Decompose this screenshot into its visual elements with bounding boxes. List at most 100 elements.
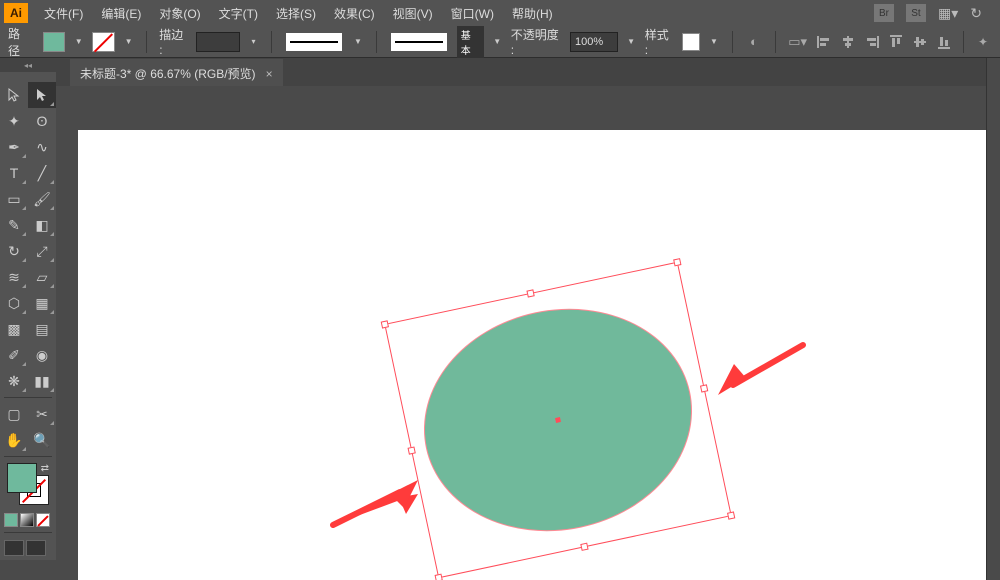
color-mode-row	[0, 511, 56, 529]
lasso-tool[interactable]: ʘ	[28, 108, 56, 134]
align-left-icon[interactable]	[815, 33, 833, 51]
align-icons-group: ✦	[815, 31, 992, 53]
align-hcenter-icon[interactable]	[839, 33, 857, 51]
stroke-swatch[interactable]	[92, 32, 115, 52]
align-right-icon[interactable]	[863, 33, 881, 51]
eraser-tool[interactable]: ◧	[28, 212, 56, 238]
divider	[376, 31, 377, 53]
panel-dock-collapsed[interactable]	[986, 58, 1000, 580]
canvas-area[interactable]	[56, 86, 986, 580]
blend-tool[interactable]: ◉	[28, 342, 56, 368]
handle-top-left[interactable]	[381, 320, 389, 328]
shape-builder-tool[interactable]: ⬡	[0, 290, 28, 316]
sync-settings-icon[interactable]: ↻	[970, 5, 982, 22]
shaper-tool[interactable]: ✎	[0, 212, 28, 238]
align-to-icon[interactable]: ▭▾	[788, 32, 807, 52]
curvature-tool[interactable]: ∿	[28, 134, 56, 160]
width-tool[interactable]: ≋	[0, 264, 28, 290]
bounding-box[interactable]	[384, 262, 732, 579]
handle-top-mid[interactable]	[526, 289, 534, 297]
variable-width-profile[interactable]	[391, 33, 447, 51]
handle-mid-left[interactable]	[408, 446, 416, 454]
handle-top-right[interactable]	[673, 258, 681, 266]
profile-label: 基本	[457, 26, 484, 58]
align-top-icon[interactable]	[887, 33, 905, 51]
menu-effect[interactable]: 效果(C)	[326, 2, 383, 25]
opacity-label: 不透明度 :	[511, 26, 562, 57]
align-bottom-icon[interactable]	[935, 33, 953, 51]
toolbox-collapse-icon[interactable]: ◂◂	[0, 58, 56, 72]
symbol-sprayer-tool[interactable]: ❋	[0, 368, 28, 394]
handle-bottom-left[interactable]	[435, 574, 443, 580]
paintbrush-tool[interactable]: 🖌	[28, 186, 56, 212]
selection-type-label: 路径	[8, 25, 31, 59]
opacity-input[interactable]: 100%	[570, 32, 617, 52]
fill-dropdown-icon[interactable]: ▼	[73, 32, 84, 52]
menu-view[interactable]: 视图(V)	[385, 2, 441, 25]
screen-mode-icon[interactable]	[26, 540, 46, 556]
stroke-weight-stepper-icon[interactable]: ▾	[248, 32, 259, 52]
tab-close-icon[interactable]: ×	[266, 67, 273, 81]
brush-dropdown-icon[interactable]: ▼	[352, 32, 363, 52]
fill-stroke-control[interactable]: ⇄	[7, 463, 49, 505]
hand-tool[interactable]: ✋	[0, 427, 28, 453]
artboard[interactable]	[78, 130, 986, 580]
rectangle-tool[interactable]: ▭	[0, 186, 28, 212]
stroke-dropdown-icon[interactable]: ▼	[123, 32, 134, 52]
free-transform-tool[interactable]: ▱	[28, 264, 56, 290]
menu-select[interactable]: 选择(S)	[268, 2, 324, 25]
menu-edit[interactable]: 编辑(E)	[93, 2, 149, 25]
rotate-tool[interactable]: ↻	[0, 238, 28, 264]
annotation-arrow-left-icon	[328, 480, 418, 530]
handle-bottom-right[interactable]	[727, 511, 735, 519]
stock-icon[interactable]: St	[906, 4, 926, 22]
drawing-mode-icon[interactable]	[4, 540, 24, 556]
pen-tool[interactable]: ✒	[0, 134, 28, 160]
direct-selection-tool[interactable]	[28, 82, 56, 108]
opacity-dropdown-icon[interactable]: ▼	[626, 32, 637, 52]
swap-fill-stroke-icon[interactable]: ⇄	[41, 463, 49, 474]
artboard-tool[interactable]: ▢	[0, 401, 28, 427]
transform-panel-icon[interactable]: ✦	[974, 33, 992, 51]
divider	[963, 31, 964, 53]
profile-dropdown-icon[interactable]: ▼	[492, 32, 503, 52]
bridge-icon[interactable]: Br	[874, 4, 894, 22]
selection-tool[interactable]	[0, 82, 28, 108]
screen-mode-row	[0, 536, 56, 560]
brush-definition[interactable]	[286, 33, 342, 51]
menu-help[interactable]: 帮助(H)	[504, 2, 561, 25]
color-mode-none-icon[interactable]	[36, 513, 50, 527]
color-mode-gradient-icon[interactable]	[20, 513, 34, 527]
stroke-weight-input[interactable]	[196, 32, 240, 52]
mesh-tool[interactable]: ▩	[0, 316, 28, 342]
column-graph-tool[interactable]: ▮▮	[28, 368, 56, 394]
style-dropdown-icon[interactable]: ▼	[708, 32, 719, 52]
fill-color-icon[interactable]	[7, 463, 37, 493]
arrange-documents-icon[interactable]: ▦▾	[938, 5, 958, 22]
perspective-grid-tool[interactable]: ▦	[28, 290, 56, 316]
zoom-tool[interactable]: 🔍	[28, 427, 56, 453]
menu-object[interactable]: 对象(O)	[151, 2, 208, 25]
handle-bottom-mid[interactable]	[580, 543, 588, 551]
menu-window[interactable]: 窗口(W)	[443, 2, 502, 25]
color-mode-solid-icon[interactable]	[4, 513, 18, 527]
gradient-tool[interactable]: ▤	[28, 316, 56, 342]
graphic-style-swatch[interactable]	[682, 33, 701, 51]
line-segment-tool[interactable]: ╱	[28, 160, 56, 186]
magic-wand-tool[interactable]: ✦	[0, 108, 28, 134]
document-tab-title: 未标题-3* @ 66.67% (RGB/预览)	[80, 65, 256, 82]
control-bar: 路径 ▼ ▼ 描边 : ▾ ▼ 基本 ▼ 不透明度 : 100% ▼ 样式 : …	[0, 26, 1000, 58]
center-point-icon[interactable]	[555, 417, 561, 423]
fill-swatch[interactable]	[43, 32, 66, 52]
handle-mid-right[interactable]	[700, 384, 708, 392]
slice-tool[interactable]: ✂	[28, 401, 56, 427]
align-vcenter-icon[interactable]	[911, 33, 929, 51]
document-tab[interactable]: 未标题-3* @ 66.67% (RGB/预览) ×	[70, 59, 283, 88]
menu-file[interactable]: 文件(F)	[36, 2, 91, 25]
recolor-artwork-icon[interactable]: ◐	[745, 32, 764, 52]
eyedropper-tool[interactable]: ✐	[0, 342, 28, 368]
menu-type[interactable]: 文字(T)	[211, 2, 266, 25]
type-tool[interactable]: T	[0, 160, 28, 186]
divider	[732, 31, 733, 53]
scale-tool[interactable]: ⤢	[28, 238, 56, 264]
